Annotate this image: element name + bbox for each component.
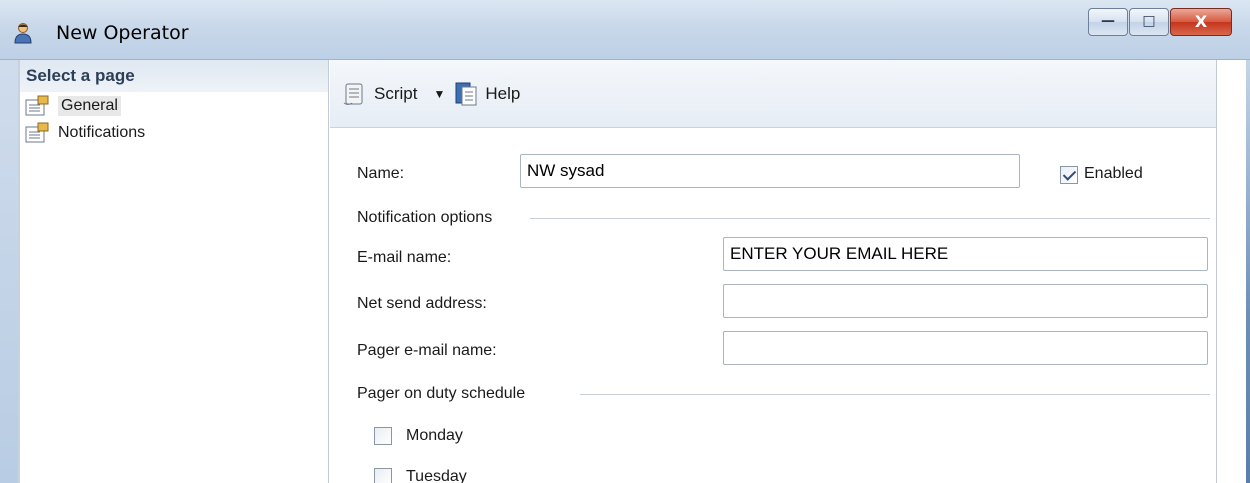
group-divider <box>530 218 1210 219</box>
window-frame-left <box>0 60 18 483</box>
help-label: Help <box>485 83 521 103</box>
script-label: Script <box>374 83 418 103</box>
close-button[interactable]: X <box>1170 8 1232 36</box>
script-icon <box>343 83 363 105</box>
nav-item-notifications[interactable]: Notifications <box>20 119 328 146</box>
name-label: Name: <box>357 165 405 182</box>
help-icon <box>455 82 477 105</box>
script-button[interactable]: Script <box>342 81 417 107</box>
window-frame-right <box>1216 60 1250 483</box>
notification-options-heading: Notification options <box>357 209 493 226</box>
tuesday-label: Tuesday <box>406 468 467 483</box>
right-gutter <box>1216 60 1246 483</box>
monday-checkbox[interactable] <box>374 427 392 445</box>
maximize-icon: □ <box>1142 13 1156 29</box>
enabled-checkbox[interactable] <box>1060 166 1078 184</box>
pager-schedule-heading: Pager on duty schedule <box>357 385 526 402</box>
close-icon: X <box>1194 12 1208 31</box>
maximize-button[interactable]: □ <box>1129 8 1169 36</box>
help-button[interactable]: Help <box>453 81 520 107</box>
properties-page-icon <box>25 95 49 115</box>
pager-email-name-label: Pager e-mail name: <box>357 342 497 359</box>
monday-label: Monday <box>406 427 463 444</box>
name-field[interactable] <box>520 154 1020 188</box>
nav-item-label: General <box>58 95 121 116</box>
email-name-label: E-mail name: <box>357 249 452 266</box>
minimize-icon: — <box>1101 13 1115 29</box>
group-divider <box>580 394 1210 395</box>
window-title: New Operator <box>56 22 189 44</box>
nav-item-general[interactable]: General <box>20 92 328 119</box>
properties-panel: Script ▼ Help Name: Enabled Notification… <box>330 60 1216 483</box>
enabled-label: Enabled <box>1084 165 1143 182</box>
net-send-address-label: Net send address: <box>357 295 487 312</box>
page-selector: Select a page General Notifications <box>18 60 329 483</box>
properties-page-icon <box>25 122 49 142</box>
minimize-button[interactable]: — <box>1088 8 1128 36</box>
title-bar: New Operator — □ X <box>0 0 1250 60</box>
script-dropdown-arrow-icon[interactable]: ▼ <box>433 87 445 101</box>
window-controls: — □ X <box>1087 8 1232 38</box>
toolbar: Script ▼ Help <box>330 60 1216 128</box>
net-send-address-field[interactable] <box>723 284 1208 318</box>
email-name-field[interactable] <box>723 237 1208 271</box>
nav-item-label: Notifications <box>58 123 146 141</box>
pager-email-name-field[interactable] <box>723 331 1208 365</box>
operator-icon <box>14 23 32 44</box>
page-selector-header: Select a page <box>20 60 328 92</box>
tuesday-checkbox[interactable] <box>374 468 392 483</box>
